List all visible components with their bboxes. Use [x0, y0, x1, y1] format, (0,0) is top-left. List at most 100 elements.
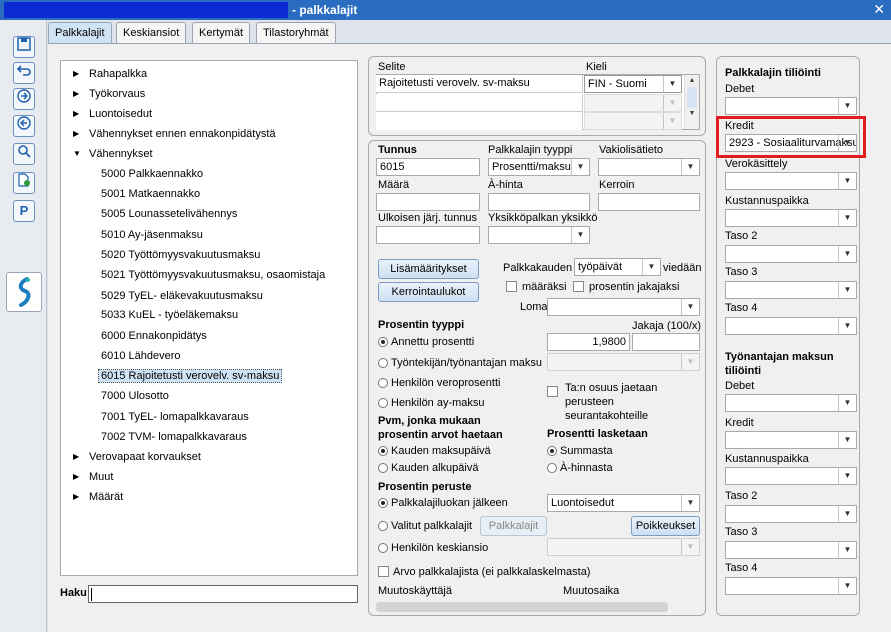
selite-lang-select[interactable]: FIN - Suomi ▼ [584, 75, 682, 93]
scroll-thumb[interactable] [687, 87, 697, 108]
t-kredit-select[interactable]: ▼ [725, 431, 857, 449]
summasta-radio[interactable] [547, 446, 557, 456]
new-document-icon[interactable] [13, 172, 35, 194]
ahinta-input[interactable] [488, 193, 590, 211]
tree-item[interactable]: 7001 TyEL- lomapalkkavaraus [101, 409, 249, 425]
prosentin-jakajaksi-checkbox[interactable] [573, 281, 584, 292]
kerrointaulukot-button[interactable]: Kerrointaulukot [378, 282, 479, 302]
chevron-down-icon[interactable]: ▼ [838, 395, 856, 411]
search-icon[interactable] [13, 143, 35, 165]
chevron-down-icon[interactable]: ▼ [838, 173, 856, 189]
tunnus-input[interactable]: 6015 [376, 158, 480, 176]
tree-item[interactable]: 5029 TyEL- eläkevakuutusmaksu [101, 288, 263, 304]
selite-desc-cell[interactable] [376, 94, 583, 112]
chevron-down-icon[interactable]: ▼ [663, 76, 681, 92]
ay-maksu-radio[interactable] [378, 398, 388, 408]
collapse-arrow-icon[interactable]: ▼ [73, 146, 81, 162]
tan-osuus-checkbox[interactable] [547, 386, 558, 397]
tree-item[interactable]: 7002 TVM- lomapalkkavaraus [101, 429, 247, 445]
tab-keskiansiot[interactable]: Keskiansiot [116, 22, 187, 44]
chevron-down-icon[interactable]: ▼ [571, 159, 589, 175]
chevron-down-icon[interactable]: ▼ [681, 495, 699, 511]
arvo-checkbox[interactable] [378, 566, 389, 577]
expand-arrow-icon[interactable]: ▶ [73, 489, 79, 505]
chevron-down-icon[interactable]: ▼ [642, 259, 660, 275]
selite-desc-cell[interactable]: Rajoitetusti verovelv. sv-maksu [376, 75, 583, 93]
close-icon[interactable]: ✕ [873, 1, 885, 18]
tree-item[interactable]: 5021 Työttömyysvakuutusmaksu, osaomistaj… [101, 267, 325, 283]
save-icon[interactable] [13, 36, 35, 58]
tree-item-selected[interactable]: 6015 Rajoitetusti verovelv. sv-maksu [98, 368, 283, 384]
keskiansio-radio[interactable] [378, 543, 388, 553]
scroll-down-icon[interactable]: ▼ [685, 108, 699, 120]
chevron-down-icon[interactable]: ▼ [838, 506, 856, 522]
chevron-down-icon[interactable]: ▼ [838, 432, 856, 448]
search-input[interactable] [88, 585, 358, 603]
selite-lang-select[interactable]: ▼ [584, 94, 682, 112]
t-kustannus-select[interactable]: ▼ [725, 467, 857, 485]
tab-tilastoryhmat[interactable]: Tilastoryhmät [256, 22, 336, 44]
tree-item[interactable]: 6010 Lähdevero [101, 348, 181, 364]
tree-item[interactable]: 5020 Työttömyysvakuutusmaksu [101, 247, 260, 263]
scroll-up-icon[interactable]: ▲ [685, 75, 699, 87]
tyontekijan-radio[interactable] [378, 358, 388, 368]
tree-node-luontoisedut[interactable]: ▶ Luontoisedut [73, 106, 152, 122]
chevron-down-icon[interactable]: ▼ [838, 318, 856, 334]
tree-node-verovapaat[interactable]: ▶ Verovapaat korvaukset [73, 449, 201, 465]
taso4-select[interactable]: ▼ [725, 317, 857, 335]
vakio-select[interactable]: ▼ [598, 158, 700, 176]
tree-item[interactable]: 5033 KuEL - työeläkemaksu [101, 307, 238, 323]
expand-arrow-icon[interactable]: ▶ [73, 66, 79, 82]
vertical-scrollbar[interactable]: ▲ ▼ [684, 75, 699, 129]
chevron-down-icon[interactable]: ▼ [838, 578, 856, 594]
keskiansio-select[interactable]: ▼ [547, 538, 700, 556]
tree-node-muut[interactable]: ▶ Muut [73, 469, 113, 485]
expand-arrow-icon[interactable]: ▶ [73, 469, 79, 485]
loma-select[interactable]: ▼ [547, 298, 700, 316]
tree-node-vahennykset[interactable]: ▼ Vähennykset [73, 146, 153, 162]
tree-node-rahapalkka[interactable]: ▶ Rahapalkka [73, 66, 147, 82]
maaraksi-checkbox[interactable] [506, 281, 517, 292]
tree-item[interactable]: 5010 Ay-jäsenmaksu [101, 227, 203, 243]
kauden-alkupaiva-radio[interactable] [378, 463, 388, 473]
debet-select[interactable]: ▼ [725, 97, 857, 115]
forward-icon[interactable] [13, 88, 35, 110]
peruste-select[interactable]: Luontoisedut ▼ [547, 494, 700, 512]
tyontekijan-select[interactable]: ▼ [547, 353, 700, 371]
maara-input[interactable] [376, 193, 480, 211]
tab-palkkalajit[interactable]: Palkkalajit [48, 22, 112, 45]
expand-arrow-icon[interactable]: ▶ [73, 106, 79, 122]
palkkalajit-button[interactable]: Palkkalajit [480, 516, 547, 536]
chevron-down-icon[interactable]: ▼ [838, 282, 856, 298]
verokasittely-select[interactable]: ▼ [725, 172, 857, 190]
annettu-prosentti-input[interactable]: 1,9800 [547, 333, 630, 351]
selite-lang-select[interactable]: ▼ [584, 112, 682, 130]
tab-kertymat[interactable]: Kertymät [192, 22, 251, 44]
kustannuspaikka-select[interactable]: ▼ [725, 209, 857, 227]
horizontal-scrollbar[interactable] [376, 602, 668, 612]
expand-arrow-icon[interactable]: ▶ [73, 126, 79, 142]
lisamaaritykset-button[interactable]: Lisämääritykset [378, 259, 479, 279]
palkkakauden-select[interactable]: työpäivät ▼ [574, 258, 661, 276]
ahinnasta-radio[interactable] [547, 463, 557, 473]
palkkalajiluokan-radio[interactable] [378, 498, 388, 508]
tree-node-vahennykset-ennen[interactable]: ▶ Vähennykset ennen ennakonpidätystä [73, 126, 276, 142]
expand-arrow-icon[interactable]: ▶ [73, 449, 79, 465]
tree-node-tyokorvaus[interactable]: ▶ Työkorvaus [73, 86, 145, 102]
taso2-select[interactable]: ▼ [725, 245, 857, 263]
t-debet-select[interactable]: ▼ [725, 394, 857, 412]
jakaja-input[interactable] [632, 333, 700, 351]
t-taso3-select[interactable]: ▼ [725, 541, 857, 559]
veroprosentti-radio[interactable] [378, 378, 388, 388]
taso3-select[interactable]: ▼ [725, 281, 857, 299]
p-icon[interactable]: P [13, 200, 35, 222]
tree-item[interactable]: 5001 Matkaennakko [101, 186, 200, 202]
undo-icon[interactable] [13, 62, 35, 84]
t-taso4-select[interactable]: ▼ [725, 577, 857, 595]
poikkeukset-button[interactable]: Poikkeukset [631, 516, 700, 536]
tree-node-maarat[interactable]: ▶ Määrät [73, 489, 123, 505]
app-logo-icon[interactable] [6, 272, 42, 312]
kerroin-input[interactable] [598, 193, 700, 211]
tyyppi-select[interactable]: Prosentti/maksu ▼ [488, 158, 590, 176]
chevron-down-icon[interactable]: ▼ [838, 98, 856, 114]
